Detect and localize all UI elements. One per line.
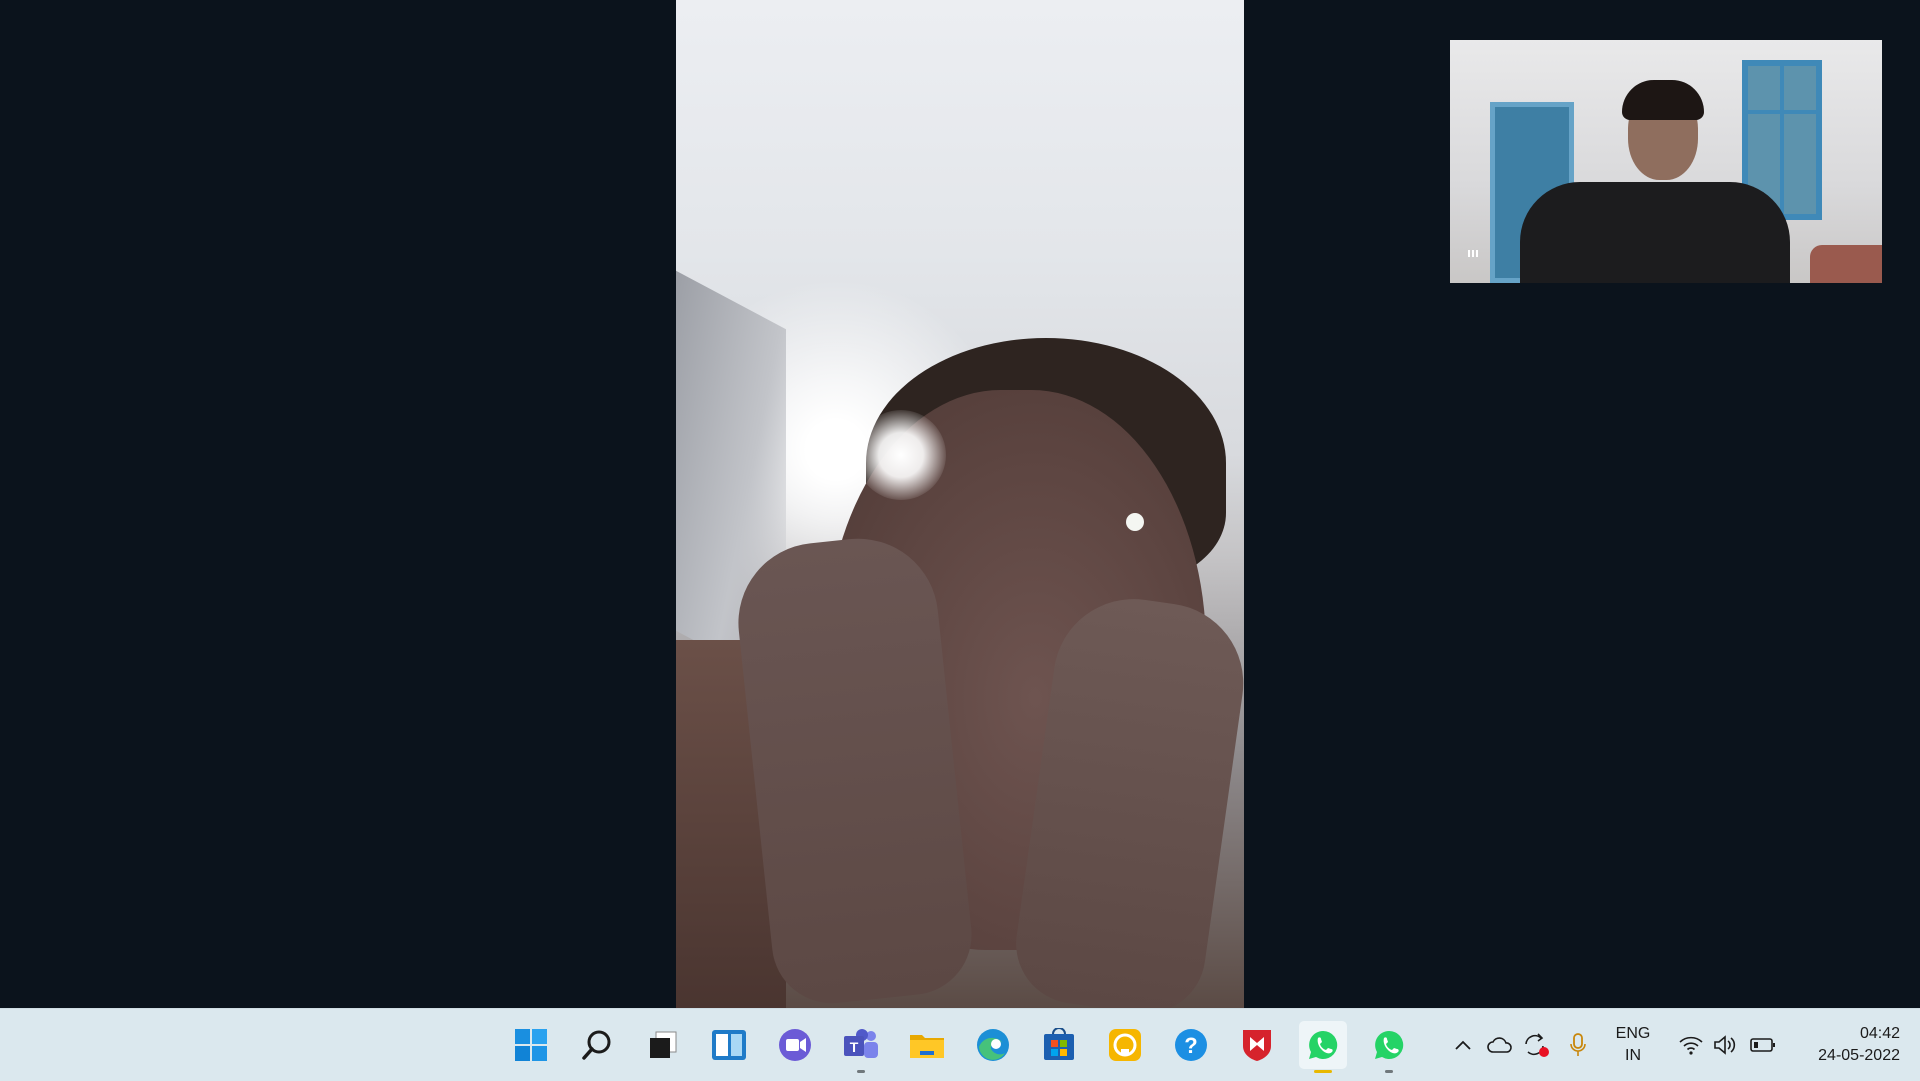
- region-code: IN: [1625, 1047, 1641, 1064]
- yellow-badge-icon[interactable]: [1101, 1021, 1149, 1069]
- remote-video-feed: [676, 0, 1244, 1008]
- video-light-flare: [856, 410, 946, 500]
- self-video-preview[interactable]: [1450, 40, 1882, 283]
- svg-text:?: ?: [1184, 1033, 1197, 1058]
- battery-icon[interactable]: [1749, 1031, 1777, 1059]
- windows-logo-icon[interactable]: [507, 1021, 555, 1069]
- sync-alert-icon[interactable]: [1522, 1031, 1550, 1059]
- taskbar: T ? ENG IN 04:42 24-05-2022: [0, 1008, 1920, 1081]
- task-view-icon[interactable]: [639, 1021, 687, 1069]
- teams-icon[interactable]: T: [837, 1021, 885, 1073]
- preview-person-hair: [1622, 80, 1704, 120]
- preview-person-body: [1520, 182, 1790, 283]
- search-icon[interactable]: [573, 1021, 621, 1069]
- help-icon[interactable]: ?: [1167, 1021, 1215, 1069]
- edge-icon[interactable]: [969, 1021, 1017, 1069]
- whatsapp-running-indicator: [1385, 1070, 1393, 1073]
- svg-text:T: T: [850, 1039, 859, 1055]
- volume-icon[interactable]: [1711, 1031, 1739, 1059]
- wifi-icon[interactable]: [1677, 1031, 1705, 1059]
- microphone-icon[interactable]: [1564, 1031, 1592, 1059]
- whatsapp-icon[interactable]: [1365, 1021, 1413, 1073]
- teams-running-indicator: [857, 1070, 865, 1073]
- chevron-up-icon[interactable]: [1449, 1031, 1477, 1059]
- widgets-icon[interactable]: [705, 1021, 753, 1069]
- video-light-spot: [1126, 513, 1144, 531]
- language-indicator[interactable]: ENG IN: [1610, 1023, 1656, 1067]
- cloud-icon[interactable]: [1486, 1031, 1514, 1059]
- whatsapp-active-indicator: [1314, 1070, 1332, 1073]
- chat-camera-icon[interactable]: [771, 1021, 819, 1069]
- clock-date: 24-05-2022: [1818, 1047, 1900, 1064]
- signal-strength-icon: [1468, 250, 1478, 257]
- system-clock[interactable]: 04:42 24-05-2022: [1790, 1023, 1900, 1067]
- folder-icon[interactable]: [903, 1021, 951, 1069]
- store-icon[interactable]: [1035, 1021, 1083, 1069]
- whatsapp-active-icon[interactable]: [1299, 1021, 1347, 1073]
- language-code: ENG: [1615, 1025, 1651, 1042]
- shield-m-icon[interactable]: [1233, 1021, 1281, 1069]
- clock-time: 04:42: [1859, 1025, 1900, 1042]
- preview-bed: [1810, 245, 1882, 283]
